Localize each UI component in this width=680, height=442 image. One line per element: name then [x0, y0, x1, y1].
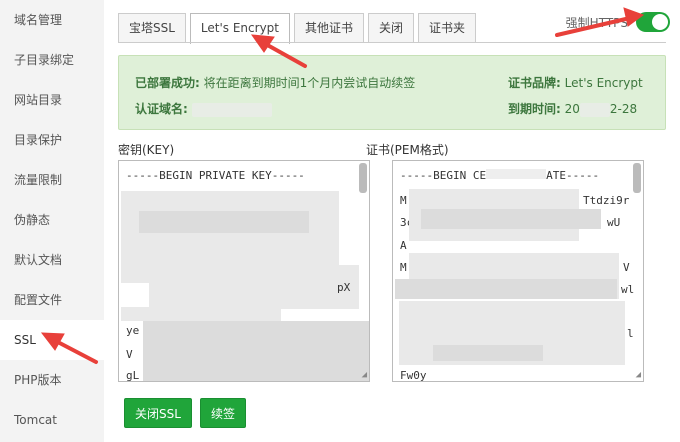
key-scrollbar[interactable] — [359, 163, 367, 193]
auth-domain-redacted — [191, 102, 272, 117]
redaction — [486, 169, 547, 179]
cert-line: -----BEGIN CE ATE----- — [400, 169, 599, 182]
tab-bar: 宝塔SSL Let's Encrypt 其他证书 关闭 证书夹 — [118, 13, 480, 44]
cert-brand: 证书品牌: Let's Encrypt — [508, 74, 643, 91]
redaction — [139, 211, 309, 233]
key-line: gL — [126, 369, 140, 382]
key-label: 密钥(KEY) — [118, 143, 175, 157]
sidebar-item-rewrite[interactable]: 伪静态 — [0, 200, 104, 240]
key-line: pX — [337, 281, 351, 294]
key-line: ye — [126, 324, 140, 337]
redaction — [433, 345, 543, 361]
force-https: 强制HTTPS — [566, 12, 670, 32]
cert-brand-key: 证书品牌: — [508, 76, 561, 90]
cert-expiry-prefix: 20 — [564, 102, 580, 116]
sidebar-item-config[interactable]: 配置文件 — [0, 280, 104, 320]
cert-line: Ttdzi9r — [583, 194, 630, 207]
cert-brand-value: Let's Encrypt — [564, 76, 643, 90]
sidebar-item-ssl[interactable]: SSL — [0, 320, 104, 360]
redaction — [149, 265, 359, 309]
sidebar-item-php[interactable]: PHP版本 — [0, 360, 104, 400]
sidebar-item-dir-protect[interactable]: 目录保护 — [0, 120, 104, 160]
cert-scrollbar[interactable] — [633, 163, 641, 193]
tab-close[interactable]: 关闭 — [368, 13, 415, 43]
cert-line: Fw0y — [400, 369, 427, 382]
key-line: V — [126, 348, 133, 361]
cert-line: l — [627, 327, 634, 340]
cert-line: wU — [607, 216, 621, 229]
tab-divider — [118, 42, 666, 43]
sidebar-item-subdir[interactable]: 子目录绑定 — [0, 40, 104, 80]
cert-line-start: -----BEGIN CE — [400, 169, 487, 182]
tab-cert-folder[interactable]: 证书夹 — [418, 13, 477, 43]
tab-other-cert[interactable]: 其他证书 — [294, 13, 365, 43]
cert-line: M — [400, 194, 407, 207]
tab-bt-ssl[interactable]: 宝塔SSL — [118, 13, 186, 43]
auth-domain: 认证域名: — [135, 100, 272, 117]
sidebar: 域名管理 子目录绑定 网站目录 目录保护 流量限制 伪静态 默认文档 配置文件 … — [0, 0, 104, 442]
cert-info-box: 已部署成功: 将在距离到期时间1个月内尝试自动续签 认证域名: 证书品牌: Le… — [118, 55, 666, 130]
key-textarea[interactable]: -----BEGIN PRIVATE KEY----- pX ye V gL ◢ — [118, 160, 370, 382]
sidebar-item-site-dir[interactable]: 网站目录 — [0, 80, 104, 120]
cert-expiry: 到期时间: 20 2-28 — [508, 100, 637, 117]
redaction — [121, 307, 281, 321]
key-line: -----BEGIN PRIVATE KEY----- — [126, 169, 305, 182]
redaction — [395, 279, 617, 299]
cert-line: wl — [621, 283, 635, 296]
close-ssl-button[interactable]: 关闭SSL — [124, 398, 192, 428]
cert-line-end: ATE----- — [546, 169, 600, 182]
cert-expiry-redacted — [579, 102, 610, 117]
renew-button[interactable]: 续签 — [200, 398, 247, 428]
redaction — [421, 209, 601, 229]
redaction — [143, 321, 369, 381]
force-https-toggle[interactable] — [636, 12, 670, 32]
sidebar-item-tomcat[interactable]: Tomcat — [0, 400, 104, 440]
cert-label: 证书(PEM格式) — [366, 143, 449, 157]
sidebar-item-default-doc[interactable]: 默认文档 — [0, 240, 104, 280]
deploy-status-value: 将在距离到期时间1个月内尝试自动续签 — [203, 76, 416, 90]
cert-line: M — [400, 261, 407, 274]
main-panel: 宝塔SSL Let's Encrypt 其他证书 关闭 证书夹 强制HTTPS … — [104, 0, 680, 442]
cert-expiry-suffix: 2-28 — [609, 102, 638, 116]
deploy-status: 已部署成功: 将在距离到期时间1个月内尝试自动续签 — [135, 74, 415, 91]
deploy-status-key: 已部署成功: — [135, 76, 200, 90]
sidebar-item-traffic[interactable]: 流量限制 — [0, 160, 104, 200]
cert-line: A — [400, 239, 407, 252]
resize-grip-icon[interactable]: ◢ — [362, 370, 367, 380]
cert-line: V — [623, 261, 630, 274]
resize-grip-icon[interactable]: ◢ — [636, 370, 641, 380]
force-https-label: 强制HTTPS — [565, 15, 628, 30]
cert-expiry-key: 到期时间: — [508, 102, 561, 116]
cert-textarea[interactable]: -----BEGIN CE ATE----- M Ttdzi9r 3c wU A … — [392, 160, 644, 382]
tab-lets-encrypt[interactable]: Let's Encrypt — [189, 13, 290, 44]
toggle-knob — [652, 14, 668, 30]
sidebar-item-domain[interactable]: 域名管理 — [0, 0, 104, 40]
auth-domain-key: 认证域名: — [135, 102, 188, 116]
